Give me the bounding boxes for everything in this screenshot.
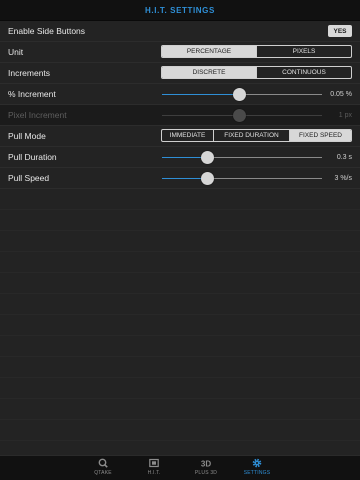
pull-speed-slider[interactable] (162, 172, 322, 185)
row-pull-duration: Pull Duration 0.3 s (0, 147, 360, 168)
pixel-increment-slider (162, 109, 322, 122)
slider-thumb (232, 109, 246, 122)
row-unit: Unit PERCENTAGE PIXELS (0, 42, 360, 63)
pull-mode-option-fixed-duration[interactable]: FIXED DURATION (214, 130, 290, 141)
slider-thumb[interactable] (200, 172, 214, 185)
slider-fill (162, 115, 239, 116)
row-label: Enable Side Buttons (8, 26, 86, 36)
row-increments: Increments DISCRETE CONTINUOUS (0, 63, 360, 84)
row-pull-speed: Pull Speed 3 %/s (0, 168, 360, 189)
settings-list: Enable Side Buttons YES Unit PERCENTAGE … (0, 21, 360, 456)
row-label: Pull Mode (8, 131, 46, 141)
pull-mode-segmented-control: IMMEDIATE FIXED DURATION FIXED SPEED (161, 129, 352, 142)
tab-plus-3d[interactable]: 3D PLUS 3D (186, 458, 226, 478)
page-title: H.I.T. SETTINGS (145, 5, 215, 15)
hit-icon (149, 458, 159, 468)
unit-segmented-control: PERCENTAGE PIXELS (161, 45, 352, 58)
tab-label: QTAKE (94, 470, 112, 476)
tab-settings[interactable]: SETTINGS (237, 458, 277, 478)
pull-duration-slider[interactable] (162, 151, 322, 164)
tab-label: SETTINGS (243, 470, 271, 476)
pull-mode-option-fixed-speed[interactable]: FIXED SPEED (290, 130, 351, 141)
pixel-increment-value: 1 px (338, 111, 352, 119)
pull-speed-value: 3 %/s (334, 174, 352, 182)
3d-icon: 3D (201, 459, 211, 468)
row-enable-side-buttons: Enable Side Buttons YES (0, 21, 360, 42)
pull-duration-value: 0.3 s (336, 153, 352, 161)
row-percent-increment: % Increment 0.05 % (0, 84, 360, 105)
percent-increment-slider[interactable] (162, 88, 322, 101)
increments-option-continuous[interactable]: CONTINUOUS (257, 67, 351, 78)
search-icon (98, 458, 108, 468)
side-buttons-toggle[interactable]: YES (328, 25, 352, 37)
row-label: Pixel Increment (8, 110, 67, 120)
row-label: Unit (8, 47, 24, 57)
slider-thumb[interactable] (232, 88, 246, 101)
tab-label: H.I.T. (147, 470, 161, 476)
tab-hit[interactable]: H.I.T. (134, 458, 174, 478)
increments-segmented-control: DISCRETE CONTINUOUS (161, 66, 352, 79)
row-pull-mode: Pull Mode IMMEDIATE FIXED DURATION FIXED… (0, 126, 360, 147)
percent-increment-value: 0.05 % (330, 90, 352, 98)
row-label: Increments (8, 68, 51, 78)
row-label: Pull Duration (8, 152, 57, 162)
svg-text:3D: 3D (201, 459, 211, 468)
slider-thumb[interactable] (200, 151, 214, 164)
unit-option-pixels[interactable]: PIXELS (257, 46, 351, 57)
unit-option-percentage[interactable]: PERCENTAGE (162, 46, 257, 57)
increments-option-discrete[interactable]: DISCRETE (162, 67, 257, 78)
header-bar: H.I.T. SETTINGS (0, 0, 360, 21)
pull-mode-option-immediate[interactable]: IMMEDIATE (162, 130, 214, 141)
row-label: Pull Speed (8, 173, 50, 183)
gear-icon (252, 458, 262, 468)
slider-fill (162, 94, 239, 95)
row-label: % Increment (8, 89, 56, 99)
tab-qtake[interactable]: QTAKE (83, 458, 123, 478)
row-pixel-increment: Pixel Increment 1 px (0, 105, 360, 126)
tab-label: PLUS 3D (194, 470, 218, 476)
tab-bar: QTAKE H.I.T. 3D PLUS 3D SETTINGS (0, 455, 360, 480)
